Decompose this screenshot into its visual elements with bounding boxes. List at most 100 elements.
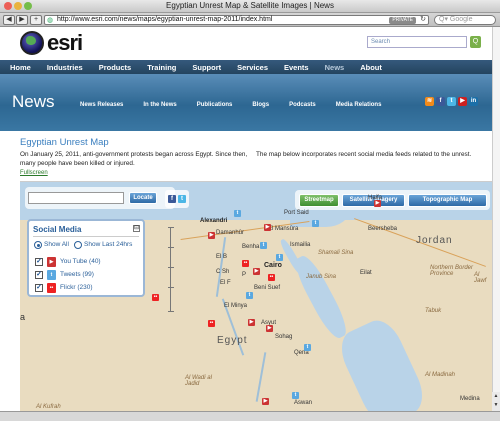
zoom-tick	[168, 287, 174, 288]
layer-flickr[interactable]: ✓ •• Flickr (230)	[35, 283, 143, 294]
nav-support[interactable]: Support	[192, 63, 221, 72]
collapse-icon[interactable]: ⊟	[133, 225, 140, 232]
subnav-media-relations[interactable]: Media Relations	[336, 102, 382, 108]
youtube-icon[interactable]: ▶	[458, 97, 467, 106]
nav-products[interactable]: Products	[99, 63, 132, 72]
tweets-checkbox[interactable]: ✓	[35, 271, 43, 279]
label-tabuk: Tabuk	[425, 308, 442, 314]
label-alexandria: Alexandri	[200, 218, 228, 224]
main-navigation: Home Industries Products Training Suppor…	[0, 60, 492, 74]
label-c-sh: C Sh	[216, 269, 230, 275]
twitter-icon: t	[47, 270, 56, 280]
share-facebook-icon[interactable]: f	[168, 195, 176, 203]
show-all-label[interactable]: Show All	[44, 241, 69, 248]
share-twitter-icon[interactable]: t	[178, 195, 186, 203]
site-search-button[interactable]: Q	[470, 36, 481, 48]
page-scrollbar[interactable]	[492, 27, 500, 411]
tweet-marker[interactable]: t	[234, 210, 241, 217]
map-view[interactable]: Locate f t Streetmap Satellite Imagery T…	[20, 181, 492, 411]
label-cairo: Cairo	[264, 262, 282, 269]
esri-logo[interactable]: esri	[20, 29, 83, 57]
show-last-24hrs-label[interactable]: Show Last 24hrs	[84, 241, 132, 248]
address-bar[interactable]: ◍ http://www.esri.com/news/maps/egyptian…	[44, 15, 429, 25]
label-benha: Benha	[242, 244, 260, 250]
layer-tweets[interactable]: ✓ t Tweets (99)	[35, 270, 143, 281]
youtube-marker[interactable]: ▶	[208, 232, 215, 239]
flickr-marker[interactable]: ••	[208, 320, 215, 327]
flickr-marker[interactable]: ••	[242, 260, 249, 267]
globe-logo-icon	[20, 31, 44, 55]
add-bookmark-button[interactable]: +	[30, 15, 42, 25]
browser-status-bar	[0, 411, 500, 421]
subnav-publications[interactable]: Publications	[197, 102, 233, 108]
back-button[interactable]: ◀	[3, 15, 15, 25]
nav-about[interactable]: About	[360, 63, 382, 72]
youtube-marker[interactable]: ▶	[253, 268, 260, 275]
banner-title: News	[12, 92, 55, 111]
show-all-radio[interactable]	[34, 241, 42, 249]
social-media-panel: Social Media ⊟ Show All Show Last 24hrs …	[27, 219, 145, 297]
locate-input[interactable]	[28, 192, 124, 204]
nav-training[interactable]: Training	[147, 63, 176, 72]
locate-button[interactable]: Locate	[129, 192, 157, 204]
subnav-podcasts[interactable]: Podcasts	[289, 102, 316, 108]
tweet-marker[interactable]: t	[312, 220, 319, 227]
forward-button[interactable]: ▶	[16, 15, 28, 25]
nav-events[interactable]: Events	[284, 63, 309, 72]
youtube-marker[interactable]: ▶	[262, 398, 269, 405]
tweet-marker[interactable]: t	[292, 392, 299, 399]
label-eilat: Eilat	[360, 270, 372, 276]
youtube-marker[interactable]: ▶	[266, 325, 273, 332]
rss-icon[interactable]: ≋	[425, 97, 434, 106]
streetmap-button[interactable]: Streetmap	[299, 194, 339, 207]
linkedin-icon[interactable]: in	[469, 97, 478, 106]
zoom-tick	[168, 227, 174, 228]
panel-title: Social Media	[33, 225, 82, 234]
tweet-marker[interactable]: t	[304, 344, 311, 351]
label-el-minya: El Minya	[224, 303, 248, 309]
nav-industries[interactable]: Industries	[47, 63, 83, 72]
zoom-slider[interactable]	[168, 227, 174, 312]
flickr-checkbox[interactable]: ✓	[35, 284, 43, 292]
topographic-map-button[interactable]: Topographic Map	[408, 194, 487, 207]
youtube-label: You Tube (40)	[60, 258, 101, 265]
youtube-marker[interactable]: ▶	[374, 200, 381, 207]
nav-home[interactable]: Home	[10, 63, 31, 72]
site-search-input[interactable]: Search	[367, 36, 467, 48]
zoom-tick	[168, 311, 174, 312]
browser-toolbar: ◀ ▶ + ◍ http://www.esri.com/news/maps/eg…	[0, 13, 500, 27]
fullscreen-link[interactable]: Fullscreen	[20, 170, 48, 176]
label-al-wadi: Al Wadi al Jadid	[185, 375, 212, 387]
nav-services[interactable]: Services	[237, 63, 268, 72]
label-p: P	[242, 272, 247, 278]
scroll-arrows[interactable]: ▲ ▼	[492, 392, 500, 411]
label-beni-suef: Beni Suef	[254, 285, 281, 291]
label-edge: a	[20, 312, 26, 322]
tweet-marker[interactable]: t	[276, 254, 283, 261]
facebook-icon[interactable]: f	[436, 97, 445, 106]
nile-river	[215, 237, 227, 297]
show-last-24hrs-radio[interactable]	[74, 241, 82, 249]
flickr-marker[interactable]: ••	[268, 274, 275, 281]
subnav-in-the-news[interactable]: In the News	[143, 102, 176, 108]
subnav-news-releases[interactable]: News Releases	[80, 102, 123, 108]
nav-news[interactable]: News	[325, 63, 345, 72]
reload-icon[interactable]: ↻	[420, 16, 426, 24]
browser-search-field[interactable]: Q▾ Google	[434, 15, 496, 25]
label-damanhur: Damanhûr	[216, 230, 245, 236]
subnav-blogs[interactable]: Blogs	[252, 102, 269, 108]
twitter-icon[interactable]: t	[447, 97, 456, 106]
youtube-marker[interactable]: ▶	[248, 319, 255, 326]
flickr-marker[interactable]: ••	[152, 294, 159, 301]
layer-youtube[interactable]: ✓ ▶ You Tube (40)	[35, 257, 143, 268]
label-el-b: El B	[216, 254, 228, 260]
zoom-tick	[168, 267, 174, 268]
youtube-marker[interactable]: ▶	[264, 224, 271, 231]
label-jordan: Jordan	[416, 235, 453, 246]
tweet-marker[interactable]: t	[246, 292, 253, 299]
label-el-mansura: El Mansûra	[268, 226, 299, 232]
tweet-marker[interactable]: t	[260, 242, 267, 249]
youtube-checkbox[interactable]: ✓	[35, 258, 43, 266]
label-shamali-sina: Shamali Sina	[318, 250, 354, 256]
news-banner: News News Releases In the News Publicati…	[0, 74, 492, 131]
